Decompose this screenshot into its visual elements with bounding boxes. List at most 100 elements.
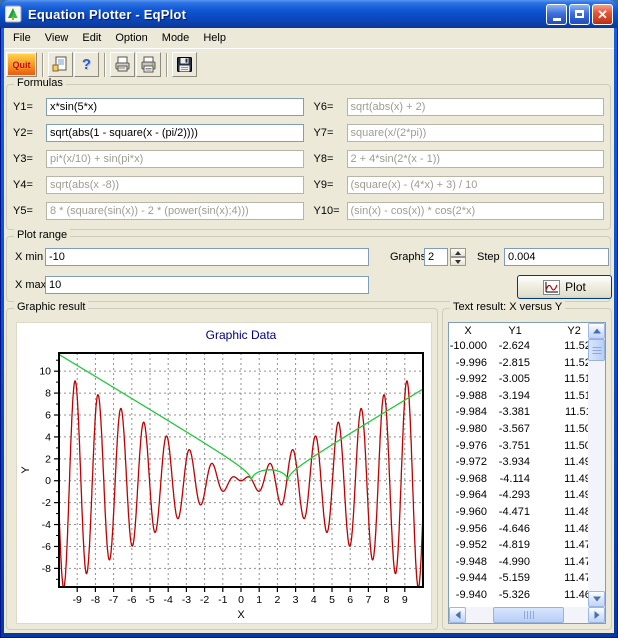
window-controls: ✕ — [546, 4, 613, 25]
app-window: Equation Plotter - EqPlot ✕ File View Ed… — [0, 0, 618, 638]
table-row[interactable]: -9.964-4.29311.491 — [449, 489, 605, 506]
formula-label-y3: Y3= — [13, 153, 46, 165]
table-cell: 11.491 — [530, 489, 597, 501]
table-row[interactable]: -10.000-2.62411.527 — [449, 340, 605, 357]
scroll-down-icon — [593, 597, 601, 602]
horizontal-scrollbar[interactable] — [449, 607, 605, 623]
print-button[interactable] — [136, 52, 161, 77]
table-cell: -9.940 — [449, 589, 487, 601]
svg-text:-2: -2 — [42, 497, 51, 509]
table-cell: -4.990 — [487, 556, 530, 568]
formula-input-y9 — [347, 176, 605, 194]
minimize-button[interactable] — [546, 4, 567, 25]
table-row[interactable]: -9.968-4.11411.495 — [449, 473, 605, 490]
table-row[interactable]: -9.940-5.32611.467 — [449, 589, 605, 606]
svg-text:10: 10 — [39, 366, 51, 378]
scroll-left-button[interactable] — [449, 607, 466, 623]
chart-panel: -9-8-7-6-5-4-3-2-10123456789-8-6-4-20246… — [16, 322, 432, 624]
table-cell: 11.487 — [530, 506, 597, 518]
text-result-group: Text result: X versus Y X Y1 Y2 -10.000-… — [442, 308, 612, 630]
vertical-scroll-thumb[interactable] — [588, 339, 605, 361]
vertical-scrollbar[interactable] — [588, 323, 605, 607]
svg-text:4: 4 — [311, 594, 317, 606]
svg-text:2: 2 — [45, 453, 51, 465]
plot-button[interactable]: Plot — [517, 275, 612, 299]
menu-item-help[interactable]: Help — [196, 30, 233, 46]
table-cell: -9.980 — [449, 423, 487, 435]
table-row[interactable]: -9.956-4.64611.483 — [449, 523, 605, 540]
svg-text:5: 5 — [329, 594, 335, 606]
close-button[interactable]: ✕ — [592, 4, 613, 25]
result-rows: -10.000-2.62411.527-9.996-2.81511.523-9.… — [449, 340, 605, 607]
svg-text:1: 1 — [256, 594, 262, 606]
formula-label-y10: Y10= — [314, 205, 347, 217]
scroll-right-button[interactable] — [588, 607, 605, 623]
step-input[interactable] — [504, 248, 609, 266]
formula-input-y5 — [46, 202, 304, 220]
table-row[interactable]: -9.944-5.15911.471 — [449, 572, 605, 589]
minimize-icon — [553, 18, 561, 21]
table-row[interactable]: -9.976-3.75111.503 — [449, 440, 605, 457]
menu-item-file[interactable]: File — [6, 30, 38, 46]
table-cell: -2.815 — [487, 357, 530, 369]
menu-item-mode[interactable]: Mode — [155, 30, 197, 46]
table-row[interactable]: -9.984-3.38111.511 — [449, 406, 605, 423]
table-cell: -4.293 — [487, 489, 530, 501]
copy-button[interactable] — [48, 52, 73, 77]
table-cell: -9.972 — [449, 456, 487, 468]
quit-button[interactable]: Quit — [6, 52, 37, 77]
table-cell: -5.159 — [487, 572, 530, 584]
formula-input-y7 — [347, 124, 605, 142]
menu-item-edit[interactable]: Edit — [75, 30, 108, 46]
table-row[interactable]: -9.960-4.47111.487 — [449, 506, 605, 523]
svg-text:7: 7 — [365, 594, 371, 606]
scroll-down-button[interactable] — [588, 591, 605, 607]
table-row[interactable]: -9.996-2.81511.523 — [449, 357, 605, 374]
table-row[interactable]: -9.992-3.00511.519 — [449, 373, 605, 390]
print-preview-button[interactable] — [110, 52, 135, 77]
table-cell: -9.992 — [449, 373, 487, 385]
horizontal-scroll-thumb[interactable] — [493, 607, 565, 623]
svg-text:3: 3 — [293, 594, 299, 606]
svg-text:-5: -5 — [145, 594, 154, 606]
formula-input-y6 — [347, 98, 605, 116]
formula-input-y1[interactable] — [46, 98, 304, 116]
app-icon — [5, 5, 23, 23]
menu-item-view[interactable]: View — [38, 30, 76, 46]
table-row[interactable]: -9.952-4.81911.479 — [449, 539, 605, 556]
table-cell: -3.194 — [487, 390, 530, 402]
formula-input-y3 — [46, 150, 304, 168]
scroll-up-button[interactable] — [588, 323, 605, 339]
graphs-input[interactable] — [424, 248, 448, 266]
table-cell: 11.483 — [530, 523, 597, 535]
table-cell: 11.495 — [530, 473, 597, 485]
graphic-data-chart: -9-8-7-6-5-4-3-2-10123456789-8-6-4-20246… — [17, 323, 431, 623]
window-title: Equation Plotter - EqPlot — [28, 7, 546, 22]
graphs-spinner-up-button[interactable] — [450, 248, 466, 257]
table-row[interactable]: -9.988-3.19411.515 — [449, 390, 605, 407]
help-button[interactable]: ? — [74, 52, 99, 77]
svg-text:-6: -6 — [42, 541, 51, 553]
svg-text:9: 9 — [402, 594, 408, 606]
maximize-button[interactable] — [569, 4, 590, 25]
table-row[interactable]: -9.972-3.93411.499 — [449, 456, 605, 473]
xmin-input[interactable] — [45, 248, 369, 266]
formula-input-y8 — [347, 150, 605, 168]
save-button[interactable] — [172, 52, 197, 77]
table-cell: 11.523 — [530, 357, 597, 369]
svg-text:6: 6 — [45, 410, 51, 422]
table-row[interactable]: -9.948-4.99011.475 — [449, 556, 605, 573]
table-row[interactable]: -9.980-3.56711.507 — [449, 423, 605, 440]
thumb-grip — [524, 611, 534, 619]
graphs-spinner-down-button[interactable] — [450, 257, 466, 266]
formula-input-y2[interactable] — [46, 124, 304, 142]
svg-text:-3: -3 — [182, 594, 191, 606]
xmax-input[interactable] — [45, 276, 369, 294]
menu-item-option[interactable]: Option — [108, 30, 154, 46]
formula-row-y7: Y7= — [314, 120, 605, 146]
print-icon — [140, 56, 157, 73]
svg-text:0: 0 — [238, 594, 244, 606]
formula-row-y3: Y3= — [13, 146, 304, 172]
formulas-group: Formulas Y1= Y2= Y3= Y4= — [6, 84, 611, 230]
svg-text:-9: -9 — [73, 594, 82, 606]
